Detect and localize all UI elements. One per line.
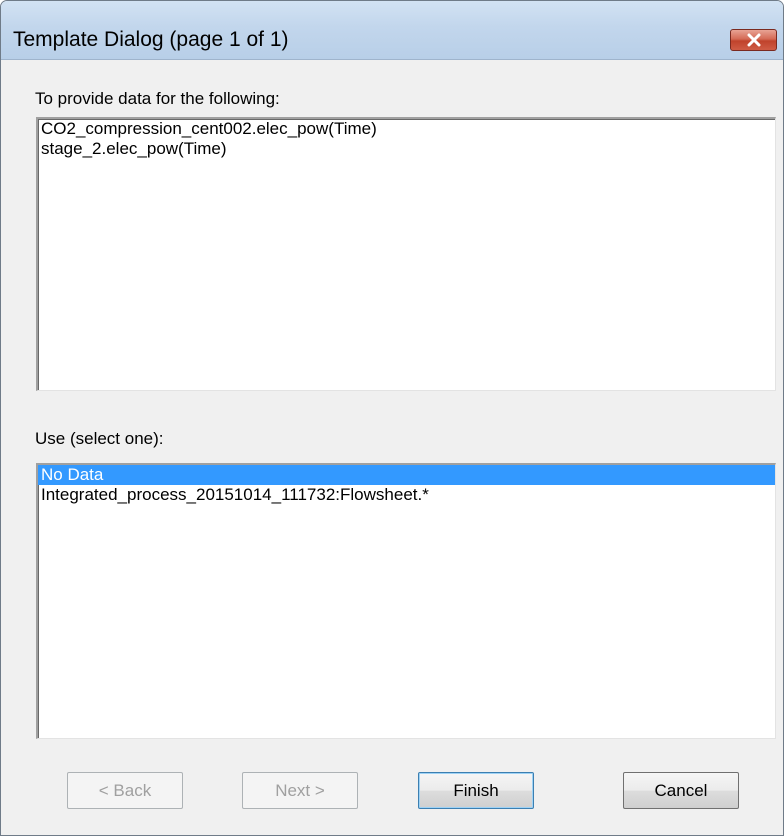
close-button[interactable] (730, 29, 777, 51)
title-bar[interactable]: Template Dialog (page 1 of 1) (1, 1, 783, 60)
list-item[interactable]: stage_2.elec_pow(Time) (38, 139, 775, 159)
list-item-no-data[interactable]: No Data (38, 465, 775, 485)
use-select-label: Use (select one): (35, 429, 164, 448)
provide-data-label: To provide data for the following: (35, 89, 280, 108)
back-button[interactable]: < Back (67, 772, 183, 809)
list-item[interactable]: CO2_compression_cent002.elec_pow(Time) (38, 119, 775, 139)
cancel-button[interactable]: Cancel (623, 772, 739, 809)
use-select-listbox[interactable]: No Data Integrated_process_20151014_1117… (36, 463, 776, 739)
window-title: Template Dialog (page 1 of 1) (13, 28, 289, 51)
template-dialog: Template Dialog (page 1 of 1) To provide… (0, 0, 784, 836)
close-icon (747, 33, 760, 47)
next-button[interactable]: Next > (242, 772, 358, 809)
finish-button[interactable]: Finish (418, 772, 534, 809)
provide-data-listbox[interactable]: CO2_compression_cent002.elec_pow(Time) s… (36, 117, 776, 391)
list-item-flowsheet[interactable]: Integrated_process_20151014_111732:Flows… (38, 485, 775, 505)
